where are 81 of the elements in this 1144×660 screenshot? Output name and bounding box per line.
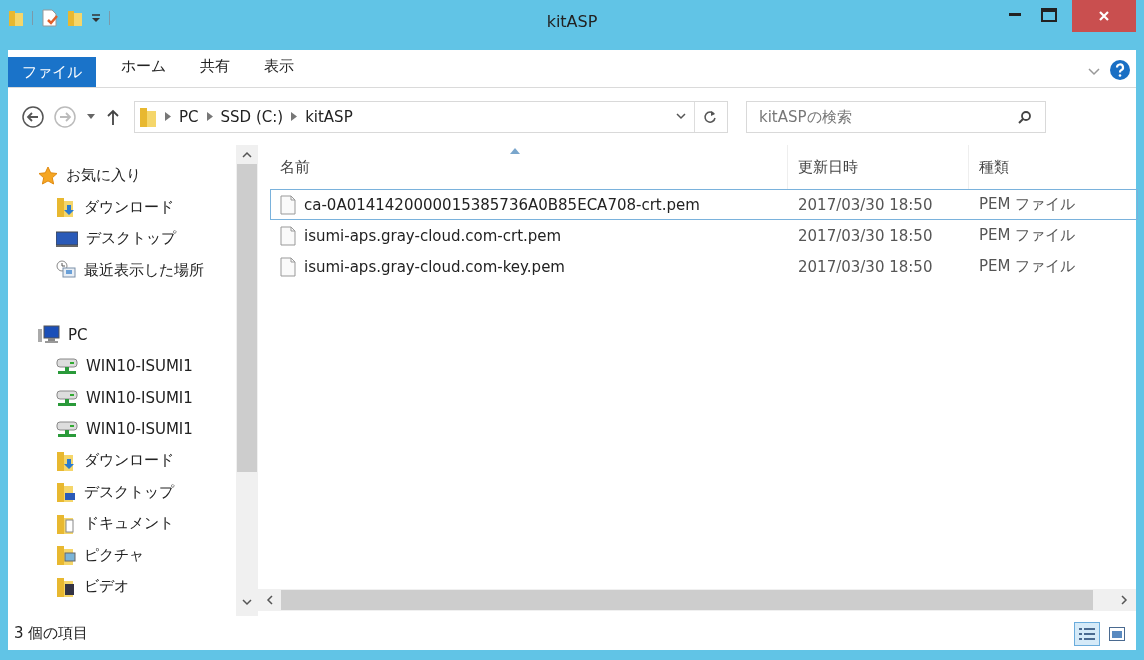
details-view-button[interactable] <box>1074 621 1100 646</box>
details-view-icon <box>1079 626 1095 641</box>
minimize-icon <box>1009 13 1021 17</box>
folder-icon <box>56 196 76 219</box>
sort-ascending-icon <box>509 148 520 154</box>
column-header[interactable]: 更新日時 <box>788 145 969 189</box>
file-icon <box>280 225 296 246</box>
folder-icon <box>56 575 76 598</box>
column-header[interactable]: 種類 <box>969 145 1136 189</box>
computer-icon <box>38 324 60 345</box>
back-icon[interactable] <box>22 105 44 128</box>
nav-item[interactable]: PC <box>8 319 236 351</box>
column-header[interactable]: 名前 <box>270 145 788 189</box>
network-drive-icon <box>56 388 78 407</box>
scroll-left-icon[interactable] <box>266 595 273 605</box>
file-type: PEM ファイル <box>979 257 1076 276</box>
close-icon <box>1098 10 1110 22</box>
network-drive-icon <box>56 357 78 376</box>
customize-dropdown-icon[interactable] <box>91 13 101 23</box>
recent-locations-icon[interactable] <box>86 113 96 120</box>
recent-places-icon <box>56 260 76 281</box>
nav-item[interactable]: WIN10-ISUMI1 <box>8 350 236 382</box>
nav-item[interactable]: デスクトップ <box>8 476 236 508</box>
scroll-down-icon[interactable] <box>242 599 252 606</box>
scroll-right-icon[interactable] <box>1121 595 1128 605</box>
file-name: isumi-aps.gray-cloud.com-crt.pem <box>304 226 562 245</box>
ribbon-tab[interactable]: 表示 <box>247 50 311 82</box>
nav-item[interactable]: ビデオ <box>8 571 236 603</box>
ribbon-tab[interactable]: ホーム <box>104 50 183 82</box>
nav-item[interactable]: 最近表示した場所 <box>8 254 236 286</box>
nav-item[interactable]: ドキュメント <box>8 508 236 540</box>
up-icon[interactable] <box>106 107 120 126</box>
expand-ribbon-icon[interactable] <box>1088 68 1100 76</box>
file-type: PEM ファイル <box>979 226 1076 245</box>
scrollbar[interactable] <box>236 145 258 616</box>
file-name: ca-0A0141420000015385736A0B85ECA708-crt.pem <box>304 195 700 214</box>
refresh-icon[interactable] <box>703 109 717 124</box>
file-name: isumi-aps.gray-cloud.com-key.pem <box>304 257 565 276</box>
nav-item[interactable]: デスクトップ <box>8 223 236 255</box>
modified-date: 2017/03/30 18:50 <box>798 226 933 245</box>
maximize-icon <box>1041 8 1057 22</box>
breadcrumb-separator-icon[interactable] <box>165 112 171 121</box>
ribbon-tab[interactable]: ファイル <box>8 57 96 87</box>
modified-date: 2017/03/30 18:50 <box>798 257 933 276</box>
file-row[interactable]: ca-0A0141420000015385736A0B85ECA708-crt.pem 2017/03/30 18:50 PEM ファイル <box>270 189 1138 220</box>
file-icon <box>280 194 296 215</box>
folder-icon <box>56 481 76 504</box>
folder-icon <box>139 105 157 128</box>
file-row[interactable]: isumi-aps.gray-cloud.com-crt.pem 2017/03/30 18:50 PEM ファイル <box>270 220 1138 251</box>
address-dropdown-icon[interactable] <box>676 113 686 120</box>
nav-item[interactable]: WIN10-ISUMI1 <box>8 413 236 445</box>
window-title: kitASP <box>545 12 599 31</box>
nav-item[interactable]: ピクチャ <box>8 539 236 571</box>
breadcrumb[interactable]: SSD (C:) <box>220 107 284 126</box>
star-icon <box>38 165 58 186</box>
breadcrumb-separator-icon[interactable] <box>291 112 298 121</box>
modified-date: 2017/03/30 18:50 <box>798 195 933 214</box>
nav-item[interactable]: WIN10-ISUMI1 <box>8 382 236 414</box>
breadcrumb[interactable]: PC <box>179 107 199 126</box>
breadcrumb[interactable]: kitASP <box>305 107 353 126</box>
file-type: PEM ファイル <box>979 195 1076 214</box>
item-count: 3 個の項目 <box>14 624 89 643</box>
help-icon[interactable] <box>1110 60 1130 80</box>
ribbon-tab[interactable]: 共有 <box>183 50 247 82</box>
monitor-icon <box>56 229 78 248</box>
nav-item[interactable]: ダウンロード <box>8 191 236 223</box>
folder-icon <box>56 544 76 567</box>
folder-icon <box>56 449 76 472</box>
file-row[interactable]: isumi-aps.gray-cloud.com-key.pem 2017/03/30 18:50 PEM ファイル <box>270 251 1138 282</box>
file-icon <box>280 256 296 277</box>
preview-pane-icon <box>1109 626 1125 641</box>
nav-item[interactable]: ダウンロード <box>8 445 236 477</box>
search-field[interactable]: kitASPの検索 <box>746 100 1046 133</box>
nav-item[interactable]: お気に入り <box>8 160 236 192</box>
address-bar[interactable]: PC SSD (C:) kitASP <box>134 100 728 133</box>
folder-icon <box>56 512 76 535</box>
breadcrumb-separator-icon[interactable] <box>206 112 213 121</box>
network-drive-icon <box>56 420 78 439</box>
properties-icon[interactable] <box>41 9 59 27</box>
scrollbar[interactable] <box>258 589 1136 611</box>
scroll-up-icon[interactable] <box>242 151 252 158</box>
